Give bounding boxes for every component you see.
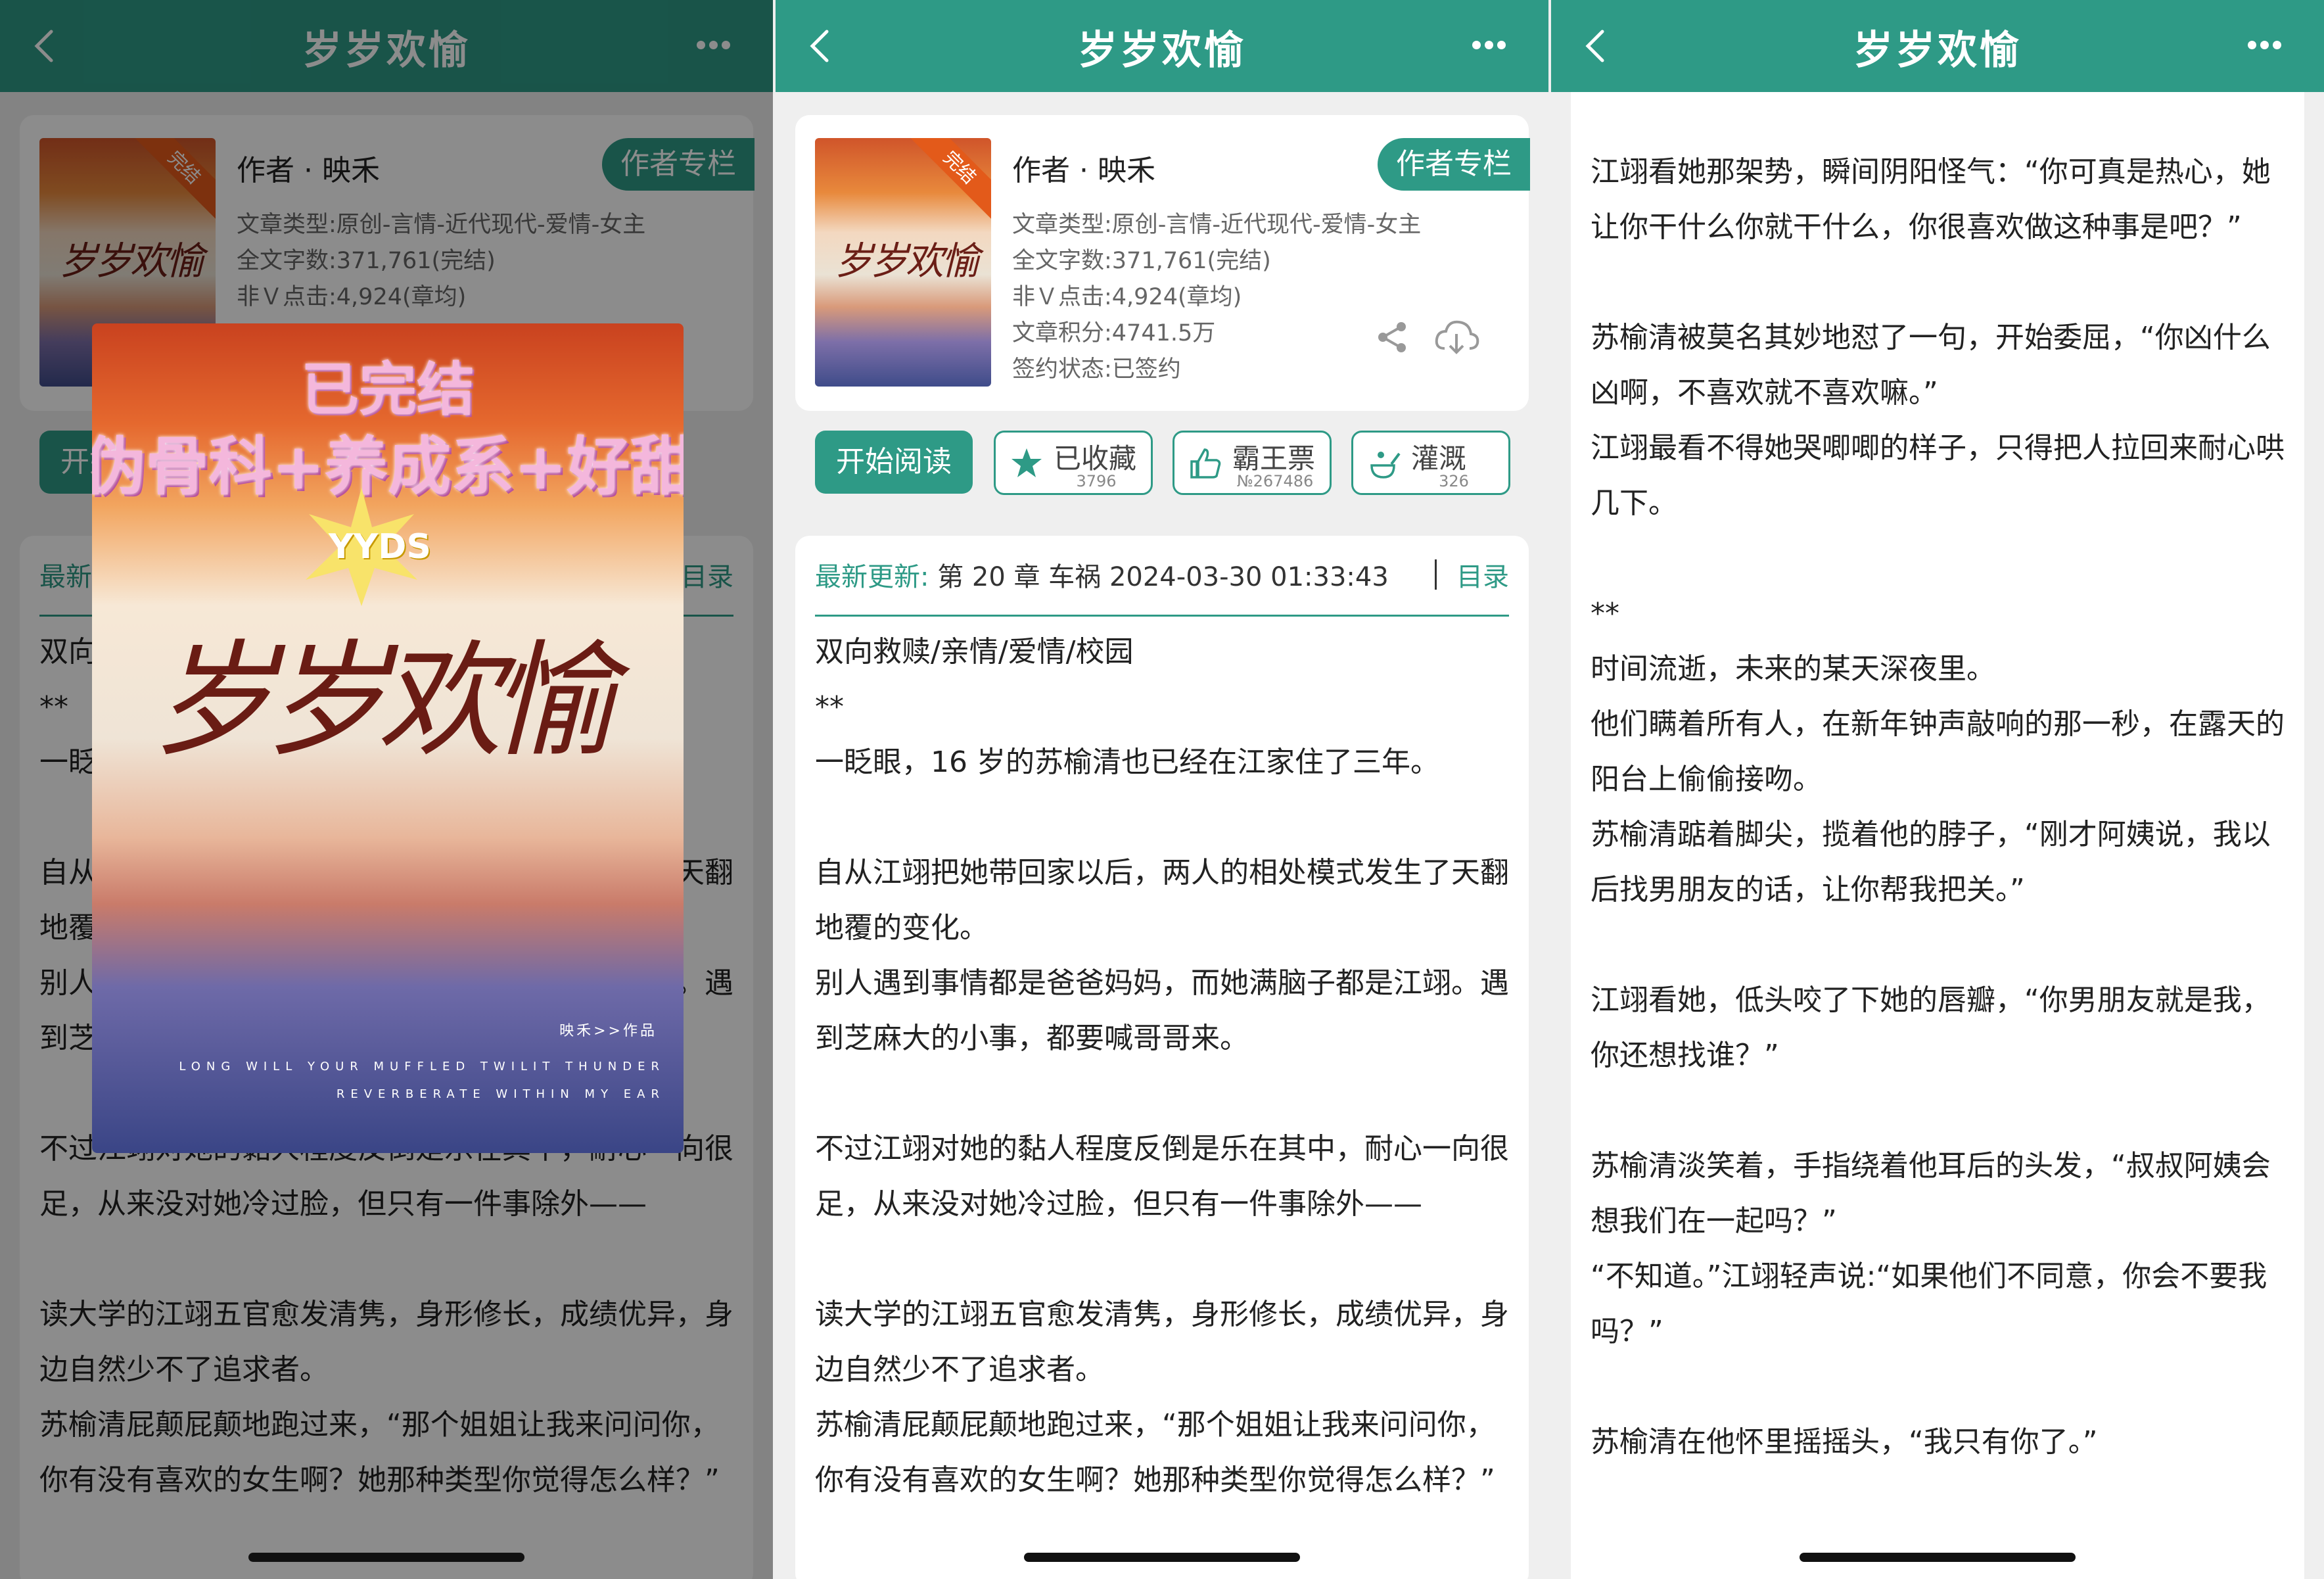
paragraph — [1591, 255, 2294, 310]
author-name[interactable]: 作者 · 映禾 — [1012, 147, 1155, 189]
book-info-screen-dimmed: 岁岁欢愉 完结 岁岁欢愉 作者 · 映禾 作者专栏 文章类型:原创-言情-近代现… — [0, 0, 773, 1579]
paragraph: ** — [815, 690, 844, 724]
book-intro-card: 最新更新: 第 20 章 车祸 2024-03-30 01:33:43 目录 双… — [795, 536, 1529, 1579]
book-info-screen: 岁岁欢愉 完结 岁岁欢愉 作者 · 映禾 作者专栏 文章类型:原创-言情-近代现… — [776, 0, 1548, 1579]
water-label: 灌溉 — [1411, 442, 1467, 475]
paragraph: 江翊看她，低头咬了下她的唇瓣，“你男朋友就是我，你还想找谁？” — [1591, 983, 2271, 1072]
paragraph — [815, 790, 1512, 845]
collect-label: 已收藏 — [1054, 442, 1137, 475]
paragraph: 苏榆清在他怀里摇摇头，“我只有你了。” — [1591, 1425, 2098, 1459]
paragraph — [1591, 531, 2294, 586]
vote-button[interactable]: 霸王票 №267486 — [1173, 431, 1332, 495]
paragraph: 读大学的江翊五官愈发清隽，身形修长，成绩优异，身边自然少不了追求者。 — [815, 1298, 1509, 1386]
meta-words: 全文字数:371,761(完结) — [1012, 248, 1271, 274]
paragraph: 江翊最看不得她哭唧唧的样子，只得把人拉回来耐心哄几下。 — [1591, 431, 2285, 520]
more-icon[interactable] — [1472, 39, 1512, 53]
intro-text: 双向救赎/亲情/爱情/校园 ** 一眨眼，16 岁的苏榆清也已经在江家住了三年。自从… — [815, 625, 1512, 1508]
paragraph — [1591, 918, 2294, 973]
paragraph: 双向救赎/亲情/爱情/校园 — [815, 635, 1134, 669]
meta-clicks: 非Ｖ点击:4,924(章均) — [1012, 284, 1242, 310]
book-info-card: 完结 岁岁欢愉 作者 · 映禾 作者专栏 文章类型:原创-言情-近代现代-爱情-… — [795, 115, 1530, 495]
start-reading-button[interactable]: 开始阅读 — [815, 431, 973, 494]
latest-update-row[interactable]: 最新更新: 第 20 章 车祸 2024-03-30 01:33:43 目录 — [815, 555, 1509, 617]
paragraph: 自从江翊把她带回家以后，两人的相处模式发生了天翻地覆的变化。 — [815, 856, 1509, 945]
cover-tagline-2: REVERBERATE WITHIN MY EAR — [336, 1087, 665, 1101]
cover-preview-title: 岁岁欢愉 — [151, 628, 615, 774]
download-icon[interactable] — [1433, 316, 1480, 358]
paragraph: 他们瞒着所有人，在新年钟声敲响的那一秒，在露天的阳台上偷偷接吻。 — [1591, 707, 2285, 796]
cover-title: 岁岁欢愉 — [835, 239, 979, 283]
home-indicator[interactable] — [248, 1553, 524, 1562]
paragraph: 江翊看她那架势，瞬间阴阳怪气：“你可真是热心，她让你干什么你就干什么，你很喜欢做… — [1591, 155, 2271, 244]
star-icon — [1011, 448, 1042, 477]
water-count: 326 — [1439, 472, 1469, 490]
water-button[interactable]: 灌溉 326 — [1351, 431, 1510, 495]
home-indicator[interactable] — [1800, 1553, 2076, 1562]
paragraph — [1591, 1083, 2294, 1139]
top-nav-bar: 岁岁欢愉 — [776, 0, 1548, 92]
paragraph — [815, 1066, 1512, 1121]
thumb-icon — [1190, 448, 1221, 479]
divider — [1435, 559, 1437, 590]
collect-button[interactable]: 已收藏 3796 — [994, 431, 1153, 495]
completed-badge: 完结 — [908, 138, 991, 220]
top-nav-bar: 岁岁欢愉 — [1551, 0, 2324, 92]
meta-status: 签约状态:已签约 — [1012, 356, 1181, 383]
cover-tagline-1: LONG WILL YOUR MUFFLED TWILIT THUNDER — [179, 1060, 665, 1073]
book-actions: 开始阅读 已收藏 3796 霸王票 №267486 灌溉 326 — [815, 431, 1548, 496]
paragraph: 苏榆清被莫名其妙地怼了一句，开始委屈，“你凶什么凶啊，不喜欢就不喜欢嘛。” — [1591, 321, 2271, 410]
book-cover[interactable]: 完结 岁岁欢愉 — [815, 138, 991, 387]
paragraph: 别人遇到事情都是爸爸妈妈，而她满脑子都是江翊。遇到芝麻大的小事，都要喊哥哥来。 — [815, 966, 1509, 1055]
meta-score: 文章积分:4741.5万 — [1012, 320, 1216, 346]
paragraph — [815, 1232, 1512, 1287]
vote-count: №267486 — [1236, 472, 1314, 490]
cover-author-credit: 映禾>>作品 — [559, 1023, 657, 1039]
nav-title: 岁岁欢愉 — [1853, 28, 2022, 74]
paragraph: ** — [1591, 597, 1619, 630]
directory-link[interactable]: 目录 — [1456, 555, 1509, 594]
paragraph — [1591, 1359, 2294, 1415]
more-icon[interactable] — [2248, 39, 2287, 53]
paragraph: 时间流逝，未来的某天深夜里。 — [1591, 652, 1995, 686]
meta-type: 文章类型:原创-言情-近代现代-爱情-女主 — [1012, 212, 1422, 238]
yyds-text: YYDS — [329, 527, 431, 567]
latest-label: 最新更新: — [815, 562, 929, 592]
share-icon[interactable] — [1374, 319, 1410, 356]
cover-preview[interactable]: 已完结 伪骨科+养成系+好甜 YYDS 岁岁欢愉 映禾>>作品 LONG WIL… — [92, 323, 684, 1153]
nav-title: 岁岁欢愉 — [1078, 28, 1246, 74]
paragraph: 一眨眼，16 岁的苏榆清也已经在江家住了三年。 — [815, 745, 1439, 779]
author-column-button[interactable]: 作者专栏 — [1378, 138, 1530, 191]
paragraph: 不过江翊对她的黏人程度反倒是乐在其中，耐心一向很足，从来没对她冷过脸，但只有一件… — [815, 1132, 1509, 1221]
paragraph: 苏榆清屁颠屁颠地跑过来，“那个姐姐让我来问问你，你有没有喜欢的女生啊？她那种类型… — [815, 1408, 1495, 1497]
reader-page[interactable]: 江翊看她那架势，瞬间阴阳怪气：“你可真是热心，她让你干什么你就干什么，你很喜欢做… — [1571, 92, 2304, 1579]
paragraph: 苏榆清淡笑着，手指绕着他耳后的头发，“叔叔阿姨会想我们在一起吗？” — [1591, 1149, 2271, 1238]
water-icon — [1370, 452, 1401, 479]
book-meta: 文章类型:原创-言情-近代现代-爱情-女主 全文字数:371,761(完结) 非… — [1012, 207, 1421, 388]
paragraph: 苏榆清踮着脚尖，揽着他的脖子，“刚才阿姨说，我以后找男朋友的话，让你帮我把关。” — [1591, 818, 2271, 907]
paragraph: “不知道。”江翊轻声说:“如果他们不同意，你会不要我吗？” — [1591, 1260, 2267, 1348]
cover-badge-completed: 已完结 — [300, 356, 475, 423]
reader-screen: 岁岁欢愉 江翊看她那架势，瞬间阴阳怪气：“你可真是热心，她让你干什么你就干什么，… — [1551, 0, 2324, 1579]
vote-label: 霸王票 — [1232, 442, 1316, 475]
latest-chapter[interactable]: 第 20 章 车祸 2024-03-30 01:33:43 — [937, 562, 1389, 592]
home-indicator[interactable] — [1024, 1553, 1300, 1562]
collect-count: 3796 — [1076, 472, 1117, 490]
reader-text: 江翊看她那架势，瞬间阴阳怪气：“你可真是热心，她让你干什么你就干什么，你很喜欢做… — [1591, 145, 2294, 1470]
